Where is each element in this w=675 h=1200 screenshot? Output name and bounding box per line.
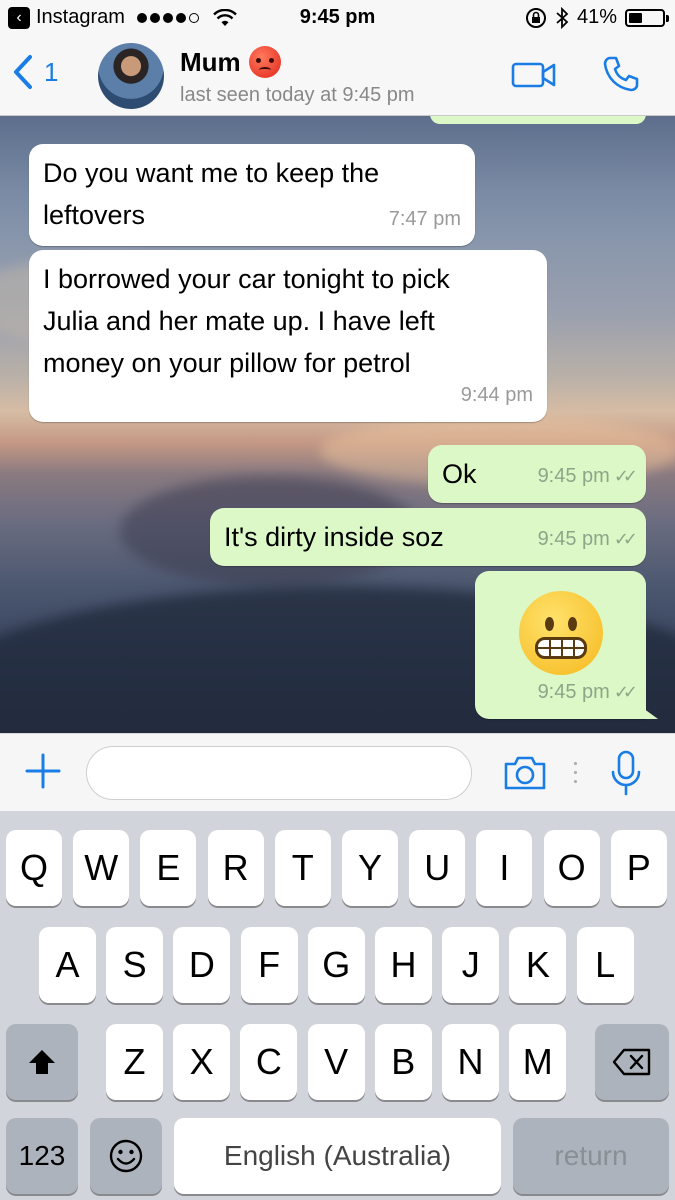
back-button[interactable]: 1 xyxy=(12,54,58,90)
message-text: I borrowed your car tonight to pick Juli… xyxy=(43,264,450,378)
key-c[interactable]: C xyxy=(240,1024,298,1100)
microphone-icon[interactable] xyxy=(610,750,642,796)
key-b[interactable]: B xyxy=(374,1024,432,1100)
key-z[interactable]: Z xyxy=(106,1024,163,1100)
key-o[interactable]: O xyxy=(543,830,600,906)
return-key[interactable]: return xyxy=(513,1118,669,1194)
wifi-icon xyxy=(213,8,237,26)
video-call-icon[interactable] xyxy=(511,60,557,90)
contact-avatar[interactable] xyxy=(98,43,164,109)
grimacing-face-emoji-icon xyxy=(518,591,603,675)
status-bar: ‹ Instagram 9:45 pm 41% xyxy=(0,0,675,36)
divider-dots xyxy=(574,762,578,789)
key-f[interactable]: F xyxy=(240,927,298,1003)
outgoing-emoji-message[interactable]: 9:45 pm ✓✓ xyxy=(475,571,658,719)
return-key-label: return xyxy=(554,1140,628,1171)
keyboard: 123 English (Australia) return QWERTYUIO… xyxy=(0,811,675,1200)
status-left: ‹ Instagram xyxy=(8,6,237,29)
backspace-icon xyxy=(612,1048,651,1076)
shift-arrow-icon xyxy=(29,1050,55,1074)
key-u[interactable]: U xyxy=(409,830,466,906)
status-right: 41% xyxy=(525,6,669,29)
key-h[interactable]: H xyxy=(375,927,432,1003)
signal-strength-icon xyxy=(136,12,199,23)
key-y[interactable]: Y xyxy=(342,830,398,906)
key-j[interactable]: J xyxy=(442,927,500,1003)
key-g[interactable]: G xyxy=(307,927,365,1003)
previous-message-bubble xyxy=(430,116,646,124)
message-time: 7:47 pm xyxy=(388,208,461,230)
backspace-key[interactable] xyxy=(595,1024,669,1100)
incoming-message[interactable]: Do you want me to keep the leftovers 7:4… xyxy=(29,144,475,246)
unread-count: 1 xyxy=(44,56,59,87)
plus-icon[interactable] xyxy=(24,752,62,790)
key-m[interactable]: M xyxy=(509,1024,567,1100)
outgoing-message[interactable]: It's dirty inside soz 9:45 pm ✓✓ xyxy=(210,508,646,566)
key-a[interactable]: A xyxy=(39,927,96,1003)
message-input-bar xyxy=(0,733,675,811)
key-i[interactable]: I xyxy=(476,830,533,906)
key-t[interactable]: T xyxy=(274,830,331,906)
angry-face-emoji-icon xyxy=(248,46,281,78)
contact-name: Mum xyxy=(180,46,241,77)
key-s[interactable]: S xyxy=(106,927,164,1003)
key-p[interactable]: P xyxy=(610,830,667,906)
double-check-icon: ✓✓ xyxy=(613,529,638,549)
key-v[interactable]: V xyxy=(307,1024,365,1100)
message-time: 9:45 pm xyxy=(537,528,610,550)
key-l[interactable]: L xyxy=(576,927,634,1003)
bluetooth-icon xyxy=(556,6,569,29)
contact-name-row[interactable]: Mum xyxy=(180,46,281,78)
double-check-icon: ✓✓ xyxy=(613,466,638,486)
incoming-message[interactable]: I borrowed your car tonight to pick Juli… xyxy=(29,250,547,422)
key-k[interactable]: K xyxy=(509,927,567,1003)
key-n[interactable]: N xyxy=(442,1024,499,1100)
shift-key[interactable] xyxy=(6,1024,78,1100)
smiley-face-icon xyxy=(109,1139,143,1173)
message-status: 9:45 pm ✓✓ xyxy=(537,518,638,560)
emoji-key[interactable] xyxy=(90,1118,162,1194)
back-to-app-label[interactable]: Instagram xyxy=(36,6,125,29)
numbers-key-label: 123 xyxy=(18,1140,66,1171)
key-d[interactable]: D xyxy=(173,927,231,1003)
key-e[interactable]: E xyxy=(140,830,197,906)
outgoing-message[interactable]: Ok 9:45 pm ✓✓ xyxy=(428,445,646,503)
space-key[interactable]: English (Australia) xyxy=(174,1118,501,1194)
camera-icon[interactable] xyxy=(502,754,548,792)
message-status: 9:45 pm ✓✓ xyxy=(537,671,638,713)
numbers-key[interactable]: 123 xyxy=(6,1118,78,1194)
message-status: 9:45 pm ✓✓ xyxy=(537,455,638,497)
chat-area[interactable]: Do you want me to keep the leftovers 7:4… xyxy=(0,116,675,733)
message-time: 9:45 pm xyxy=(537,681,610,703)
rotation-lock-icon xyxy=(525,7,546,28)
key-x[interactable]: X xyxy=(173,1024,231,1100)
space-key-label: English (Australia) xyxy=(223,1140,452,1171)
back-to-app-icon[interactable]: ‹ xyxy=(8,6,30,29)
chevron-left-icon xyxy=(14,55,32,89)
chat-header: 1 Mum last seen today at 9:45 pm xyxy=(0,36,675,116)
double-check-icon: ✓✓ xyxy=(613,682,638,702)
last-seen-status: last seen today at 9:45 pm xyxy=(180,84,415,106)
phone-call-icon[interactable] xyxy=(601,54,641,94)
key-r[interactable]: R xyxy=(207,830,264,906)
battery-percent: 41% xyxy=(576,6,617,28)
key-q[interactable]: Q xyxy=(6,830,62,906)
battery-icon xyxy=(625,8,669,27)
message-time: 9:45 pm xyxy=(537,465,610,487)
message-input[interactable] xyxy=(86,746,472,800)
message-time: 9:44 pm xyxy=(460,384,533,406)
key-w[interactable]: W xyxy=(73,830,130,906)
